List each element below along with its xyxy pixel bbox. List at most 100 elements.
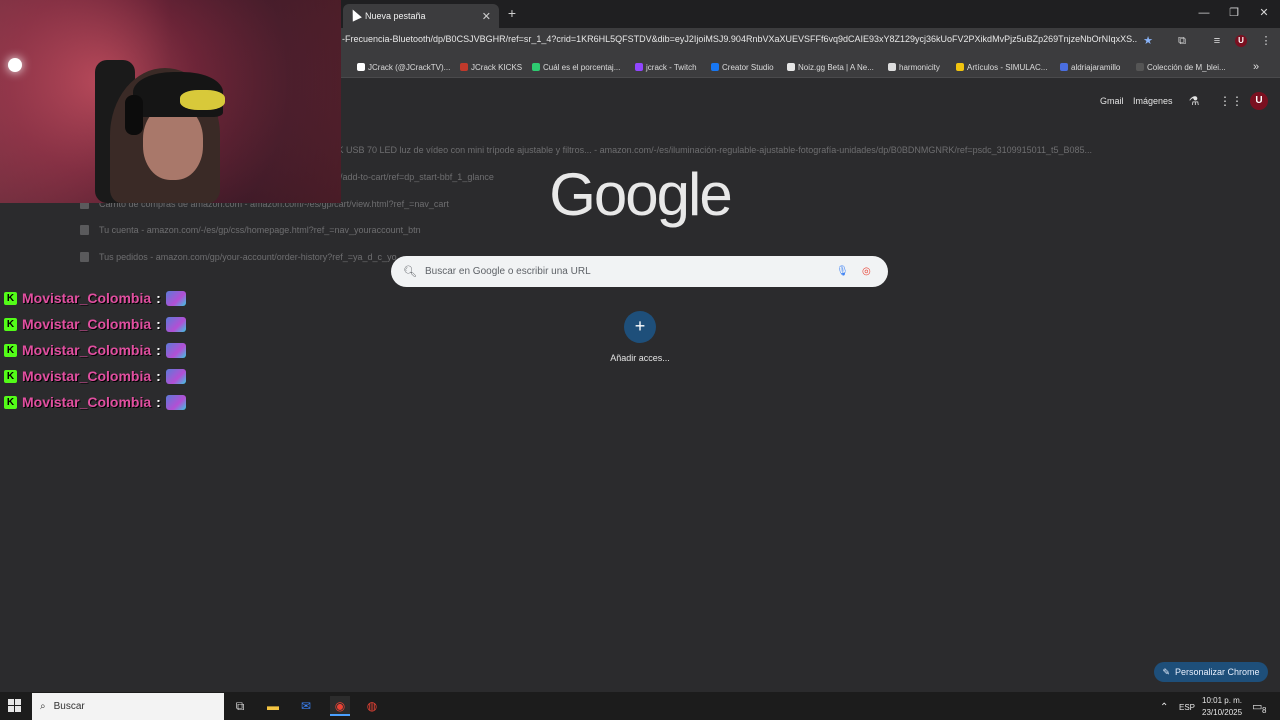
menu-kebab-icon[interactable]: ⋮: [1258, 33, 1274, 49]
taskbar-search[interactable]: ⌕ Buscar: [32, 693, 224, 720]
bookmark-item[interactable]: Colección de M_blei...: [1136, 61, 1226, 73]
bookmark-item[interactable]: harmonicity: [888, 61, 940, 73]
history-suggestion[interactable]: Tus pedidos - amazon.com/gp/your-account…: [80, 250, 397, 264]
outlook-icon[interactable]: ✉: [296, 696, 316, 716]
bookmark-label: Noiz.gg Beta | A Ne...: [798, 62, 874, 72]
clock-date[interactable]: 23/10/2025: [1202, 708, 1242, 717]
tray-expand-icon[interactable]: ⌃: [1160, 702, 1168, 713]
headset: [125, 95, 143, 135]
bookmark-item[interactable]: JCrack (@JCrackTV)...: [357, 61, 450, 73]
chat-message: K Movistar_Colombia:: [4, 289, 186, 307]
new-tab-button[interactable]: +: [505, 5, 519, 21]
obs-app-icon[interactable]: ◍: [362, 696, 382, 716]
bookmark-item[interactable]: JCrack KICKS: [460, 61, 522, 73]
bookmark-label: Cuál es el porcentaj...: [543, 62, 621, 72]
kick-badge-icon: K: [4, 343, 17, 357]
search-icon: 🔍︎: [403, 266, 417, 278]
bookmark-favicon: [888, 63, 896, 71]
history-suggestion[interactable]: o 5600K USB 70 LED luz de vídeo con mini…: [310, 143, 1092, 157]
address-bar[interactable]: -Frecuencia-Bluetooth/dp/B0CSJVBGHR/ref=…: [342, 34, 1137, 50]
bookmark-item[interactable]: Noiz.gg Beta | A Ne...: [787, 61, 874, 73]
history-suggestion[interactable]: Tu cuenta - amazon.com/-/es/gp/css/homep…: [80, 223, 421, 237]
language-indicator[interactable]: ESP: [1179, 703, 1195, 712]
tab-close-icon[interactable]: ✕: [482, 10, 491, 23]
notifications-icon[interactable]: ▭: [1252, 700, 1262, 713]
kick-badge-icon: K: [4, 395, 17, 409]
suggestion-text: /add-to-cart/ref=dp_start-bbf_1_glance: [340, 172, 494, 182]
chat-separator: :: [156, 290, 161, 306]
bookmark-favicon: [635, 63, 643, 71]
profile-avatar[interactable]: U: [1235, 35, 1247, 47]
chat-username: Movistar_Colombia: [22, 316, 152, 332]
file-explorer-icon[interactable]: ▬: [263, 696, 283, 716]
extensions-icon[interactable]: ⧉: [1174, 33, 1190, 49]
labs-flask-icon[interactable]: ⚗: [1187, 94, 1201, 108]
kick-badge-icon: K: [4, 317, 17, 331]
more-bookmarks-icon[interactable]: »: [1248, 59, 1264, 75]
windows-start-icon[interactable]: [8, 699, 22, 713]
suggestion-text: Tus pedidos - amazon.com/gp/your-account…: [99, 252, 397, 262]
webcam-overlay: [0, 0, 341, 203]
search-icon: ⌕: [40, 701, 46, 712]
bookmark-label: Creator Studio: [722, 62, 774, 72]
chat-separator: :: [156, 368, 161, 384]
chat-message: K Movistar_Colombia:: [4, 341, 186, 359]
minimize-icon[interactable]: —: [1193, 4, 1215, 22]
images-link[interactable]: Imágenes: [1133, 96, 1173, 106]
google-logo: Google: [549, 161, 732, 228]
pencil-icon: ✎: [1162, 666, 1170, 677]
customize-label: Personalizar Chrome: [1175, 667, 1260, 677]
chat-separator: :: [156, 394, 161, 410]
page-icon: [80, 225, 89, 235]
bookmark-favicon: [357, 63, 365, 71]
bookmark-item[interactable]: Cuál es el porcentaj...: [532, 61, 620, 73]
microphone-icon[interactable]: 🎙︎: [836, 266, 850, 277]
bookmark-item[interactable]: Artículos - SIMULAC...: [956, 61, 1047, 73]
bookmark-item[interactable]: Creator Studio: [711, 61, 774, 73]
bookmark-label: Artículos - SIMULAC...: [967, 62, 1048, 72]
google-lens-icon[interactable]: ◎: [862, 266, 876, 277]
chat-separator: :: [156, 316, 161, 332]
chat-username: Movistar_Colombia: [22, 290, 152, 306]
chrome-icon[interactable]: ◉: [330, 696, 350, 716]
chat-message: K Movistar_Colombia:: [4, 367, 186, 385]
chat-username: Movistar_Colombia: [22, 394, 152, 410]
clock-time[interactable]: 10:01 p. m.: [1202, 696, 1242, 705]
screen: Nueva pestaña ✕ + — ❐ ✕ -Frecuencia-Blue…: [0, 0, 1280, 720]
customize-chrome-button[interactable]: ✎ Personalizar Chrome: [1154, 662, 1268, 682]
account-avatar[interactable]: U: [1250, 92, 1268, 110]
emote-icon: [165, 394, 186, 410]
tab-new-tab[interactable]: Nueva pestaña ✕: [343, 4, 499, 28]
suggestion-text: Tu cuenta - amazon.com/-/es/gp/css/homep…: [99, 225, 421, 235]
bookmark-item[interactable]: jcrack - Twitch: [635, 61, 697, 73]
chat-message: K Movistar_Colombia:: [4, 315, 186, 333]
bookmark-favicon: [460, 63, 468, 71]
gmail-link[interactable]: Gmail: [1100, 96, 1124, 106]
bookmark-item[interactable]: aldriajaramillo: [1060, 61, 1120, 73]
bookmark-star-icon[interactable]: ★: [1140, 33, 1156, 49]
restore-icon[interactable]: ❐: [1223, 4, 1245, 22]
search-box[interactable]: 🔍︎ Buscar en Google o escribir una URL 🎙…: [391, 256, 888, 287]
search-placeholder[interactable]: Buscar en Google o escribir una URL: [425, 266, 836, 277]
bookmark-label: jcrack - Twitch: [646, 62, 697, 72]
bookmark-favicon: [532, 63, 540, 71]
taskbar-search-label: Buscar: [53, 701, 85, 712]
page-icon: [80, 252, 89, 262]
bookmark-favicon: [1060, 63, 1068, 71]
bookmark-label: JCrack (@JCrackTV)...: [368, 62, 451, 72]
close-window-icon[interactable]: ✕: [1253, 4, 1275, 22]
bookmark-favicon: [956, 63, 964, 71]
cap-visor: [180, 90, 225, 110]
emote-icon: [165, 290, 186, 306]
history-suggestion[interactable]: /add-to-cart/ref=dp_start-bbf_1_glance: [340, 170, 494, 184]
media-control-icon[interactable]: ≡: [1209, 33, 1225, 49]
bookmark-label: harmonicity: [899, 62, 940, 72]
emote-icon: [165, 368, 186, 384]
suggestion-text: o 5600K USB 70 LED luz de vídeo con mini…: [310, 145, 1093, 155]
task-view-icon[interactable]: ⧉: [230, 696, 250, 716]
add-shortcut-button[interactable]: +: [624, 311, 656, 343]
chat-username: Movistar_Colombia: [22, 342, 152, 358]
add-shortcut-label[interactable]: Añadir acces...: [594, 353, 686, 363]
apps-grid-icon[interactable]: ⋮⋮: [1219, 94, 1243, 108]
emote-icon: [165, 316, 186, 332]
